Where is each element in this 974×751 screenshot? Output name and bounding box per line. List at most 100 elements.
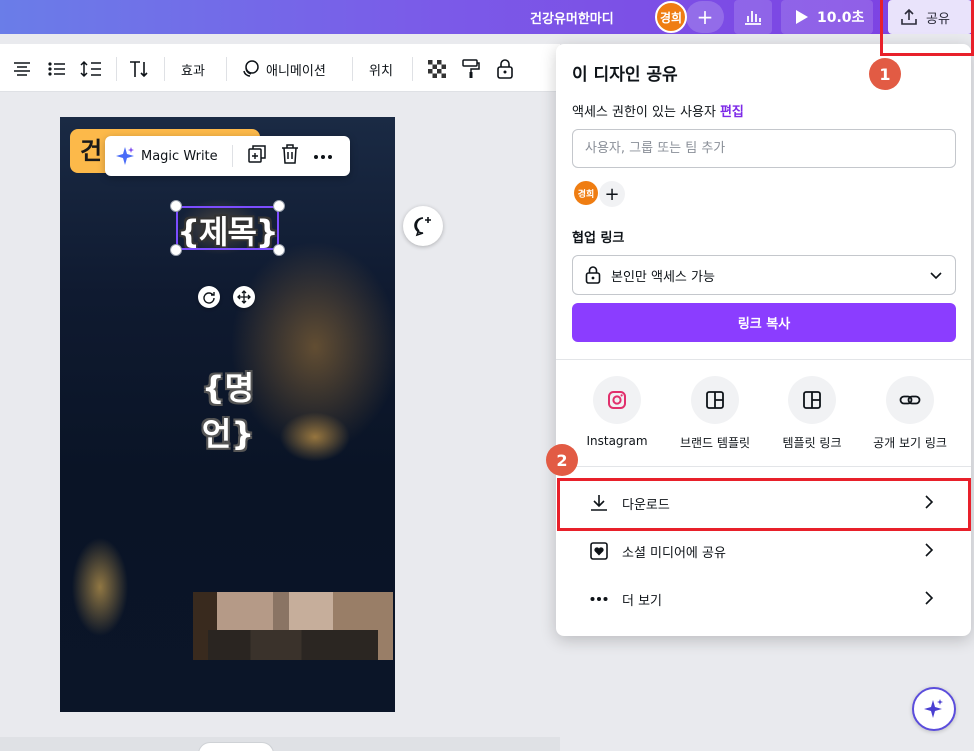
divider (556, 466, 971, 467)
animation-label: 애니메이션 (266, 63, 326, 79)
toolbar-divider (412, 57, 413, 81)
animation-icon (243, 60, 259, 77)
add-comment-button[interactable] (403, 206, 443, 246)
selection-box (176, 206, 279, 250)
list-button[interactable] (47, 58, 67, 80)
highlight-download-row (557, 478, 971, 531)
animation-button[interactable]: 애니메이션 (240, 58, 326, 80)
text-toolbar: 효과 애니메이션 위치 (0, 44, 560, 92)
share-option-label: 브랜드 템플릿 (679, 436, 751, 450)
paint-roller-icon (462, 59, 480, 78)
template-link-icon (788, 376, 836, 424)
resize-handle[interactable] (273, 244, 285, 256)
line-spacing-icon (80, 60, 101, 78)
align-button[interactable] (12, 58, 32, 80)
link-icon (886, 376, 934, 424)
toolbar-divider (116, 57, 117, 81)
chevron-right-icon (925, 591, 934, 605)
insights-button[interactable] (734, 0, 772, 34)
transparency-button[interactable] (428, 58, 446, 80)
more-icon (313, 154, 332, 159)
bullet-list-icon (48, 62, 65, 76)
share-option-label: 템플릿 링크 (782, 436, 842, 450)
step-badge-2: 2 (546, 444, 578, 476)
quote-placeholder[interactable]: {명언} (178, 363, 278, 455)
spacing-button[interactable] (80, 58, 102, 80)
toolbar-divider (231, 145, 233, 167)
copy-link-button[interactable]: 링크 복사 (572, 303, 956, 342)
rotate-icon (203, 292, 215, 304)
add-people-input[interactable] (572, 129, 956, 168)
toolbar-divider (352, 57, 353, 81)
transparency-icon (428, 60, 446, 78)
top-bar: 건강유머한마디 경희 + 10.0초 공유 (0, 0, 974, 34)
access-section: 액세스 권한이 있는 사용자 편집 (572, 101, 744, 120)
access-label: 액세스 권한이 있는 사용자 (572, 105, 716, 120)
chevron-down-icon (930, 272, 942, 280)
blurred-image (193, 592, 393, 660)
resize-handle[interactable] (273, 200, 285, 212)
user-avatar[interactable]: 경희 (655, 1, 687, 33)
assistant-button[interactable] (912, 687, 956, 731)
add-member-button[interactable]: + (599, 181, 625, 207)
resize-handle[interactable] (170, 200, 182, 212)
rotate-button[interactable] (198, 286, 220, 308)
divider (556, 359, 971, 360)
social-share-row[interactable]: 소셜 미디어에 공유 (556, 528, 971, 574)
highlight-share-button (880, 0, 974, 56)
present-button[interactable]: 10.0초 (781, 0, 873, 34)
more-options-button[interactable] (313, 149, 333, 164)
align-center-icon (14, 62, 30, 76)
duplicate-button[interactable] (247, 144, 267, 168)
text-format-button[interactable] (128, 58, 152, 80)
duration-label: 10.0초 (817, 10, 865, 26)
collab-link-label: 협업 링크 (572, 231, 625, 246)
instagram-icon (593, 376, 641, 424)
member-avatar[interactable]: 경희 (574, 181, 598, 205)
play-icon (796, 10, 808, 24)
share-option-label: 공개 보기 링크 (873, 436, 947, 450)
move-button[interactable] (233, 286, 255, 308)
link-access-dropdown[interactable]: 본인만 액세스 가능 (572, 255, 956, 295)
resize-handle[interactable] (170, 244, 182, 256)
more-icon (590, 597, 608, 601)
trash-icon (281, 144, 298, 164)
share-option-instagram[interactable]: Instagram (572, 376, 662, 448)
lock-button[interactable] (496, 58, 514, 80)
position-button[interactable]: 위치 (369, 58, 393, 80)
effects-button[interactable]: 효과 (181, 58, 205, 80)
pages-toggle[interactable] (198, 742, 274, 751)
share-option-brand-template[interactable]: 브랜드 템플릿 (670, 376, 760, 451)
toolbar-divider (226, 57, 227, 81)
step-badge-1: 1 (869, 58, 901, 90)
document-title[interactable]: 건강유머한마디 (530, 8, 614, 27)
magic-write-button[interactable]: Magic Write (115, 146, 218, 166)
social-share-label: 소셜 미디어에 공유 (622, 545, 726, 561)
text-size-icon (130, 61, 148, 78)
link-access-value: 본인만 액세스 가능 (611, 269, 715, 285)
page-scroll-area[interactable] (0, 737, 560, 751)
edit-access-link[interactable]: 편집 (720, 105, 744, 120)
template-icon (691, 376, 739, 424)
share-panel-title: 이 디자인 공유 (572, 65, 678, 85)
paint-roller-button[interactable] (462, 58, 480, 80)
delete-button[interactable] (281, 144, 299, 168)
toolbar-divider (164, 57, 165, 81)
lock-icon (585, 266, 601, 284)
share-option-label: Instagram (586, 434, 648, 448)
share-option-template-link[interactable]: 템플릿 링크 (767, 376, 857, 451)
more-row[interactable]: 더 보기 (556, 576, 971, 622)
lock-icon (497, 59, 513, 79)
share-option-public-link[interactable]: 공개 보기 링크 (865, 376, 955, 451)
chevron-right-icon (925, 543, 934, 557)
context-toolbar: Magic Write (105, 136, 350, 176)
share-panel: 이 디자인 공유 액세스 권한이 있는 사용자 편집 경희 + 협업 링크 본인만… (556, 44, 971, 636)
duplicate-icon (247, 145, 266, 163)
bar-chart-icon (745, 11, 761, 25)
sparkle-icon (116, 147, 134, 165)
sparkle-icon (924, 699, 943, 718)
more-label: 더 보기 (622, 593, 663, 609)
add-collaborator-button[interactable]: + (686, 1, 724, 33)
move-icon (237, 290, 251, 304)
comment-icon (414, 217, 431, 237)
